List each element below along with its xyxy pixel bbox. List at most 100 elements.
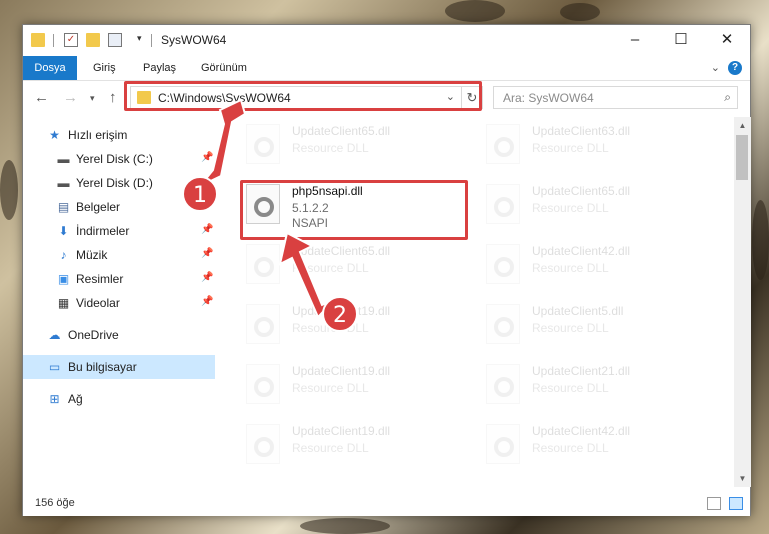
navigation-pane: ★ Hızlı erişim ▬ Yerel Disk (C:) 📌 ▬ Yer…	[23, 117, 215, 487]
sidebar-item-label: Ağ	[68, 392, 83, 406]
close-icon: ✕	[720, 31, 734, 48]
ribbon-tabs: Dosya Giriş Paylaş Görünüm ⌄ ?	[23, 56, 750, 81]
help-icon[interactable]: ?	[728, 61, 742, 75]
dll-file-icon	[486, 244, 520, 284]
file-tile[interactable]: UpdateClient19.dll Resource DLL	[246, 302, 476, 350]
sidebar-item-disk-c[interactable]: ▬ Yerel Disk (C:) 📌	[23, 147, 215, 171]
pin-icon[interactable]: 📌	[201, 152, 213, 163]
background-spot	[0, 160, 18, 220]
customize-icon[interactable]	[108, 33, 122, 47]
scroll-down-icon[interactable]: ▼	[734, 470, 751, 487]
sidebar-item-label: Yerel Disk (C:)	[76, 152, 153, 166]
tab-file[interactable]: Dosya	[23, 56, 77, 80]
network-icon: ⊞	[49, 392, 60, 406]
file-tile[interactable]: UpdateClient65.dll Resource DLL	[486, 182, 716, 230]
toolbar-separator	[151, 34, 152, 47]
sidebar-item-onedrive[interactable]: ☁ OneDrive	[23, 323, 215, 347]
close-button[interactable]: ✕	[704, 25, 750, 56]
minimize-icon: –	[630, 31, 640, 48]
cloud-icon: ☁	[48, 328, 61, 342]
sidebar-item-quick-access[interactable]: ★ Hızlı erişim	[23, 123, 215, 147]
file-tile[interactable]: UpdateClient42.dll Resource DLL	[486, 422, 716, 470]
file-name: UpdateClient42.dll	[532, 244, 631, 258]
sidebar-item-music[interactable]: ♪ Müzik 📌	[23, 243, 215, 267]
file-tile[interactable]: UpdateClient19.dll Resource DLL	[246, 362, 476, 410]
dll-file-icon	[246, 364, 280, 404]
pin-icon[interactable]: 📌	[201, 272, 213, 283]
up-arrow-icon[interactable]: ↑	[109, 89, 117, 106]
dll-file-icon	[486, 304, 520, 344]
sidebar-item-pictures[interactable]: ▣ Resimler 📌	[23, 267, 215, 291]
sidebar-item-label: İndirmeler	[76, 224, 130, 238]
dll-file-icon	[246, 424, 280, 464]
file-tile[interactable]: UpdateClient65.dll Resource DLL	[246, 242, 476, 290]
chevron-down-icon[interactable]: ⌄	[711, 61, 720, 74]
file-list: UpdateClient65.dll Resource DLL UpdateCl…	[219, 117, 734, 487]
sidebar-item-label: Belgeler	[76, 200, 121, 214]
file-tile[interactable]: UpdateClient63.dll Resource DLL	[486, 122, 716, 170]
status-bar: 156 öğe	[23, 492, 750, 516]
sidebar-item-this-pc[interactable]: ▭ Bu bilgisayar	[23, 355, 215, 379]
title-bar: ✓ ▾ SysWOW64 – ☐ ✕	[23, 25, 750, 56]
file-name: UpdateClient65.dll	[292, 244, 391, 258]
file-description: Resource DLL	[532, 261, 609, 275]
computer-icon: ▭	[48, 360, 61, 374]
details-view-icon[interactable]	[707, 497, 721, 510]
pin-icon[interactable]: 📌	[201, 248, 213, 259]
quick-access-dropdown-icon[interactable]: ▾	[137, 33, 142, 44]
drive-icon: ▬	[57, 176, 70, 190]
dll-file-icon	[246, 124, 280, 164]
large-icons-view-icon[interactable]	[729, 497, 743, 510]
music-icon: ♪	[60, 248, 67, 262]
sidebar-item-network[interactable]: ⊞ Ağ	[23, 387, 215, 411]
dll-file-icon	[486, 364, 520, 404]
file-tile[interactable]: UpdateClient19.dll Resource DLL	[246, 422, 476, 470]
vertical-scrollbar[interactable]: ▲ ▼	[734, 117, 751, 487]
tab-share[interactable]: Paylaş	[139, 56, 180, 80]
toolbar-separator	[53, 34, 54, 47]
file-tile[interactable]: UpdateClient5.dll Resource DLL	[486, 302, 716, 350]
recent-locations-icon[interactable]: ▾	[90, 93, 95, 104]
new-folder-icon[interactable]	[86, 33, 100, 47]
maximize-button[interactable]: ☐	[658, 25, 704, 56]
file-name: UpdateClient63.dll	[532, 124, 631, 138]
file-description: Resource DLL	[532, 441, 609, 455]
file-tile[interactable]: UpdateClient21.dll Resource DLL	[486, 362, 716, 410]
file-name: UpdateClient65.dll	[532, 184, 631, 198]
file-name: UpdateClient5.dll	[532, 304, 624, 318]
file-description: Resource DLL	[532, 141, 609, 155]
window-title: SysWOW64	[161, 33, 227, 47]
dll-file-icon	[246, 304, 280, 344]
tab-view[interactable]: Görünüm	[197, 56, 251, 80]
star-icon: ★	[49, 128, 60, 142]
background-spot	[300, 518, 390, 534]
sidebar-item-label: Hızlı erişim	[68, 128, 128, 142]
sidebar-item-videos[interactable]: ▦ Videolar 📌	[23, 291, 215, 315]
scroll-thumb[interactable]	[736, 135, 748, 180]
background-spot	[560, 3, 600, 21]
pin-icon[interactable]: 📌	[201, 224, 213, 235]
callout-badge-2: 2	[322, 296, 358, 332]
search-input[interactable]: Ara: SysWOW64 ⌕	[493, 86, 738, 109]
pin-icon[interactable]: 📌	[201, 296, 213, 307]
sidebar-item-label: Müzik	[76, 248, 108, 262]
file-description: Resource DLL	[292, 441, 369, 455]
background-spot	[445, 0, 505, 22]
documents-icon: ▤	[57, 200, 70, 214]
download-icon: ⬇	[58, 224, 69, 238]
file-tile[interactable]: UpdateClient42.dll Resource DLL	[486, 242, 716, 290]
forward-arrow-icon[interactable]: →	[63, 89, 78, 106]
drive-icon: ▬	[57, 152, 70, 166]
minimize-button[interactable]: –	[612, 25, 658, 56]
file-description: Resource DLL	[532, 321, 609, 335]
scroll-up-icon[interactable]: ▲	[734, 117, 751, 134]
search-icon: ⌕	[724, 90, 731, 104]
back-arrow-icon[interactable]: ←	[34, 89, 49, 106]
file-name: UpdateClient19.dll	[292, 364, 391, 378]
sidebar-item-downloads[interactable]: ⬇ İndirmeler 📌	[23, 219, 215, 243]
file-name: UpdateClient21.dll	[532, 364, 631, 378]
properties-check-icon[interactable]: ✓	[64, 33, 78, 47]
tab-home[interactable]: Giriş	[89, 56, 120, 80]
dll-file-icon	[486, 424, 520, 464]
file-tile[interactable]: UpdateClient65.dll Resource DLL	[246, 122, 476, 170]
